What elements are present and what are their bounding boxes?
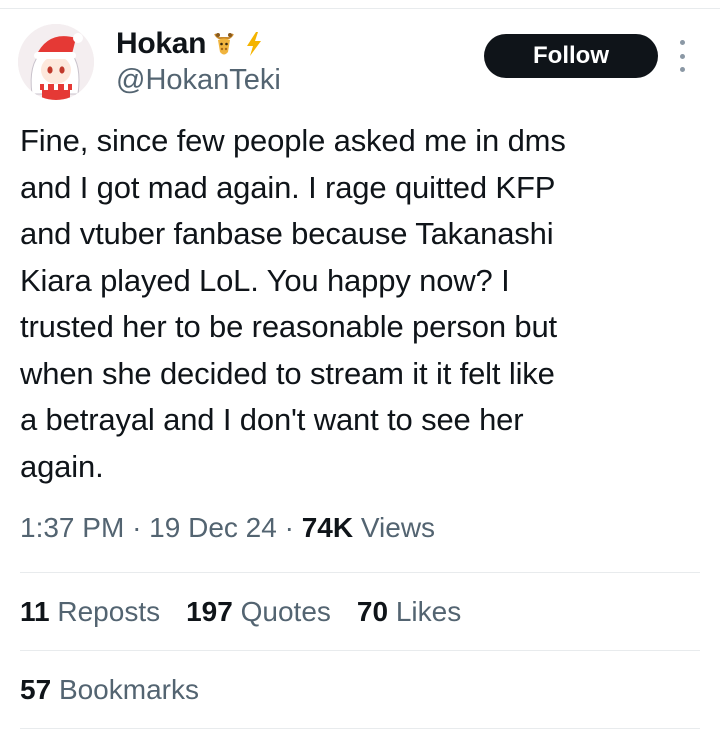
- meta-separator: ·: [132, 512, 142, 543]
- engagement-stats: 11 Reposts 197 Quotes 70 Likes: [20, 596, 461, 628]
- top-divider: [0, 8, 720, 9]
- reposts-label: Reposts: [57, 596, 161, 627]
- avatar[interactable]: [18, 24, 94, 100]
- tweet-date[interactable]: 19 Dec 24: [149, 512, 277, 543]
- more-options-icon[interactable]: [672, 40, 692, 72]
- quotes-stat[interactable]: 197 Quotes: [186, 596, 331, 628]
- tweet-meta: 1:37 PM · 19 Dec 24 · 74K Views: [20, 512, 435, 544]
- tweet-time[interactable]: 1:37 PM: [20, 512, 124, 543]
- bookmarks-count: 57: [20, 674, 52, 705]
- bookmarks-stat[interactable]: 57 Bookmarks: [20, 674, 199, 706]
- reposts-stat[interactable]: 11 Reposts: [20, 596, 160, 628]
- user-handle[interactable]: @HokanTeki: [116, 64, 281, 97]
- likes-label: Likes: [395, 596, 462, 627]
- divider: [20, 728, 700, 729]
- likes-count: 70: [356, 596, 389, 627]
- quotes-label: Quotes: [240, 596, 331, 627]
- meta-separator: ·: [284, 512, 294, 543]
- reposts-count: 11: [20, 596, 50, 627]
- follow-button[interactable]: Follow: [484, 34, 658, 78]
- bookmarks-label: Bookmarks: [58, 674, 199, 705]
- display-name[interactable]: Hokan: [116, 27, 206, 61]
- giraffe-icon: [210, 30, 238, 58]
- views-count: 74K: [301, 512, 354, 543]
- lightning-icon: [242, 30, 270, 58]
- divider: [20, 650, 700, 651]
- views-label: Views: [360, 512, 436, 543]
- quotes-count: 197: [186, 596, 233, 627]
- avatar-image: [18, 24, 94, 100]
- author-names: Hokan @HokanTeki: [116, 26, 281, 97]
- display-name-row[interactable]: Hokan: [116, 26, 281, 62]
- tweet-header: Hokan @HokanTeki Follow: [18, 20, 708, 110]
- likes-stat[interactable]: 70 Likes: [357, 596, 461, 628]
- tweet-text: Fine, since few people asked me in dms a…: [20, 123, 566, 484]
- divider: [20, 572, 700, 573]
